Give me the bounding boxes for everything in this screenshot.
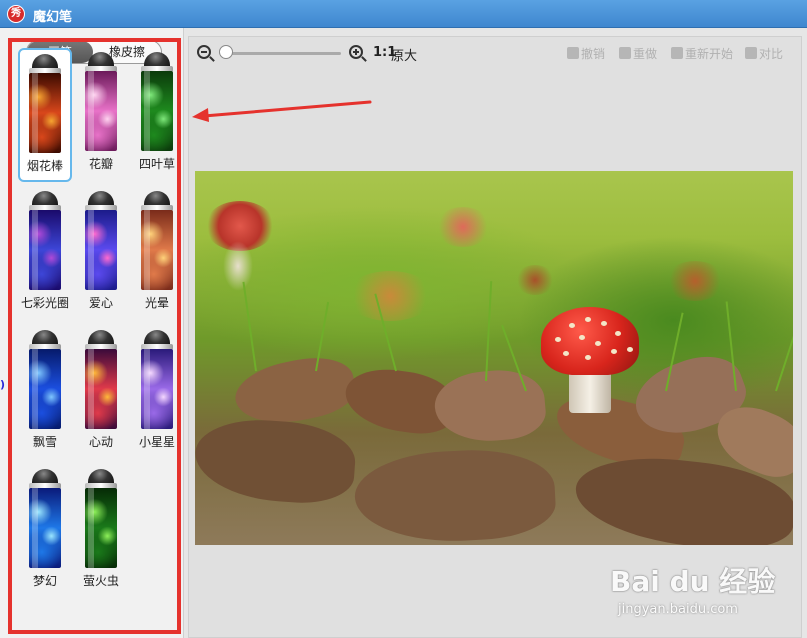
zoom-out-icon[interactable] (197, 45, 211, 59)
mushroom-spot (595, 341, 601, 346)
brush-pen-icon (84, 191, 118, 291)
redo-button[interactable]: 重做 (619, 45, 657, 62)
brush-label: 萤火虫 (82, 574, 119, 588)
leaf (352, 445, 558, 545)
redo-label: 重做 (633, 47, 658, 61)
restart-label: 重新开始 (685, 47, 734, 61)
mushroom-spot (555, 337, 561, 342)
grass-blade (242, 281, 257, 372)
mushroom-spot (585, 317, 591, 322)
undo-label: 撤销 (581, 47, 606, 61)
brush-pen-icon (28, 191, 62, 291)
brush-list: 烟花棒 花瓣 四叶草七彩光圈 爱心光晕飘雪 心动 小星星梦幻 萤火虫 (8, 38, 181, 634)
app-logo-icon: 秀 (7, 5, 25, 23)
brush-item[interactable]: 梦幻 (18, 465, 72, 599)
compare-label: 对比 (759, 47, 784, 61)
mushroom-spot (611, 349, 617, 354)
bokeh (345, 271, 435, 321)
brush-item[interactable]: 四叶草 (130, 48, 184, 182)
brush-item[interactable]: 心动 (74, 326, 128, 460)
baidu-watermark: Bai du 经验 (610, 565, 776, 598)
blurred-mushroom-2 (435, 207, 491, 247)
mushroom-spot (579, 335, 585, 340)
undo-button[interactable]: 撤销 (567, 45, 605, 62)
title-bar: 秀 魔幻笔 (0, 0, 807, 28)
brush-pen-icon (140, 52, 174, 152)
brush-item[interactable]: 飘雪 (18, 326, 72, 460)
redo-icon (619, 47, 631, 59)
brush-pen-icon (140, 330, 174, 430)
compare-button[interactable]: 对比 (745, 45, 783, 62)
toolbar: 1:1 原大 撤销 重做 重新开始 对比 (189, 37, 801, 69)
brush-pen-icon (28, 469, 62, 569)
mushroom-spot (563, 351, 569, 356)
brush-item[interactable]: 光晕 (130, 187, 184, 321)
brush-item[interactable]: 萤火虫 (74, 465, 128, 599)
undo-icon (567, 47, 579, 59)
brush-pen-icon (28, 54, 62, 154)
brush-item[interactable]: 花瓣 (74, 48, 128, 182)
brush-item[interactable]: 烟花棒 (18, 48, 72, 182)
leaf (432, 366, 548, 446)
mushroom-spot (627, 347, 633, 352)
side-handle-icon: ) (0, 378, 6, 391)
mushroom-spot (601, 321, 607, 326)
leaf (195, 415, 358, 507)
brush-label: 光晕 (144, 296, 169, 310)
brush-item[interactable]: 七彩光圈 (18, 187, 72, 321)
photo-canvas[interactable] (195, 171, 793, 545)
brush-label: 四叶草 (138, 157, 175, 171)
brush-label: 小星星 (138, 435, 175, 449)
zoom-slider-thumb[interactable] (219, 45, 233, 59)
brush-pen-icon (84, 469, 118, 569)
grass-blade (485, 281, 493, 382)
bokeh (665, 261, 725, 301)
mushroom-spot (569, 323, 575, 328)
bokeh (515, 265, 555, 295)
watermark-url: jingyan.baidu.com (618, 602, 738, 617)
brush-pen-icon (84, 330, 118, 430)
window-title: 魔幻笔 (33, 10, 73, 25)
brush-pen-icon (140, 191, 174, 291)
mushroom-spot (615, 331, 621, 336)
restart-button[interactable]: 重新开始 (671, 45, 733, 62)
annotation-arrow (192, 100, 372, 122)
brush-item[interactable]: 爱心 (74, 187, 128, 321)
canvas-panel: 1:1 原大 撤销 重做 重新开始 对比 (188, 36, 802, 638)
blurred-stem (223, 241, 253, 291)
brush-pen-icon (28, 330, 62, 430)
grass-blade (775, 324, 793, 392)
restart-icon (671, 47, 683, 59)
brush-item[interactable]: 小星星 (130, 326, 184, 460)
compare-icon (745, 47, 757, 59)
brush-pen-icon (84, 52, 118, 152)
zoom-slider[interactable] (221, 52, 341, 55)
mushroom-spot (585, 355, 591, 360)
actual-size-button[interactable]: 原大 (391, 45, 417, 64)
zoom-in-icon[interactable] (349, 45, 363, 59)
